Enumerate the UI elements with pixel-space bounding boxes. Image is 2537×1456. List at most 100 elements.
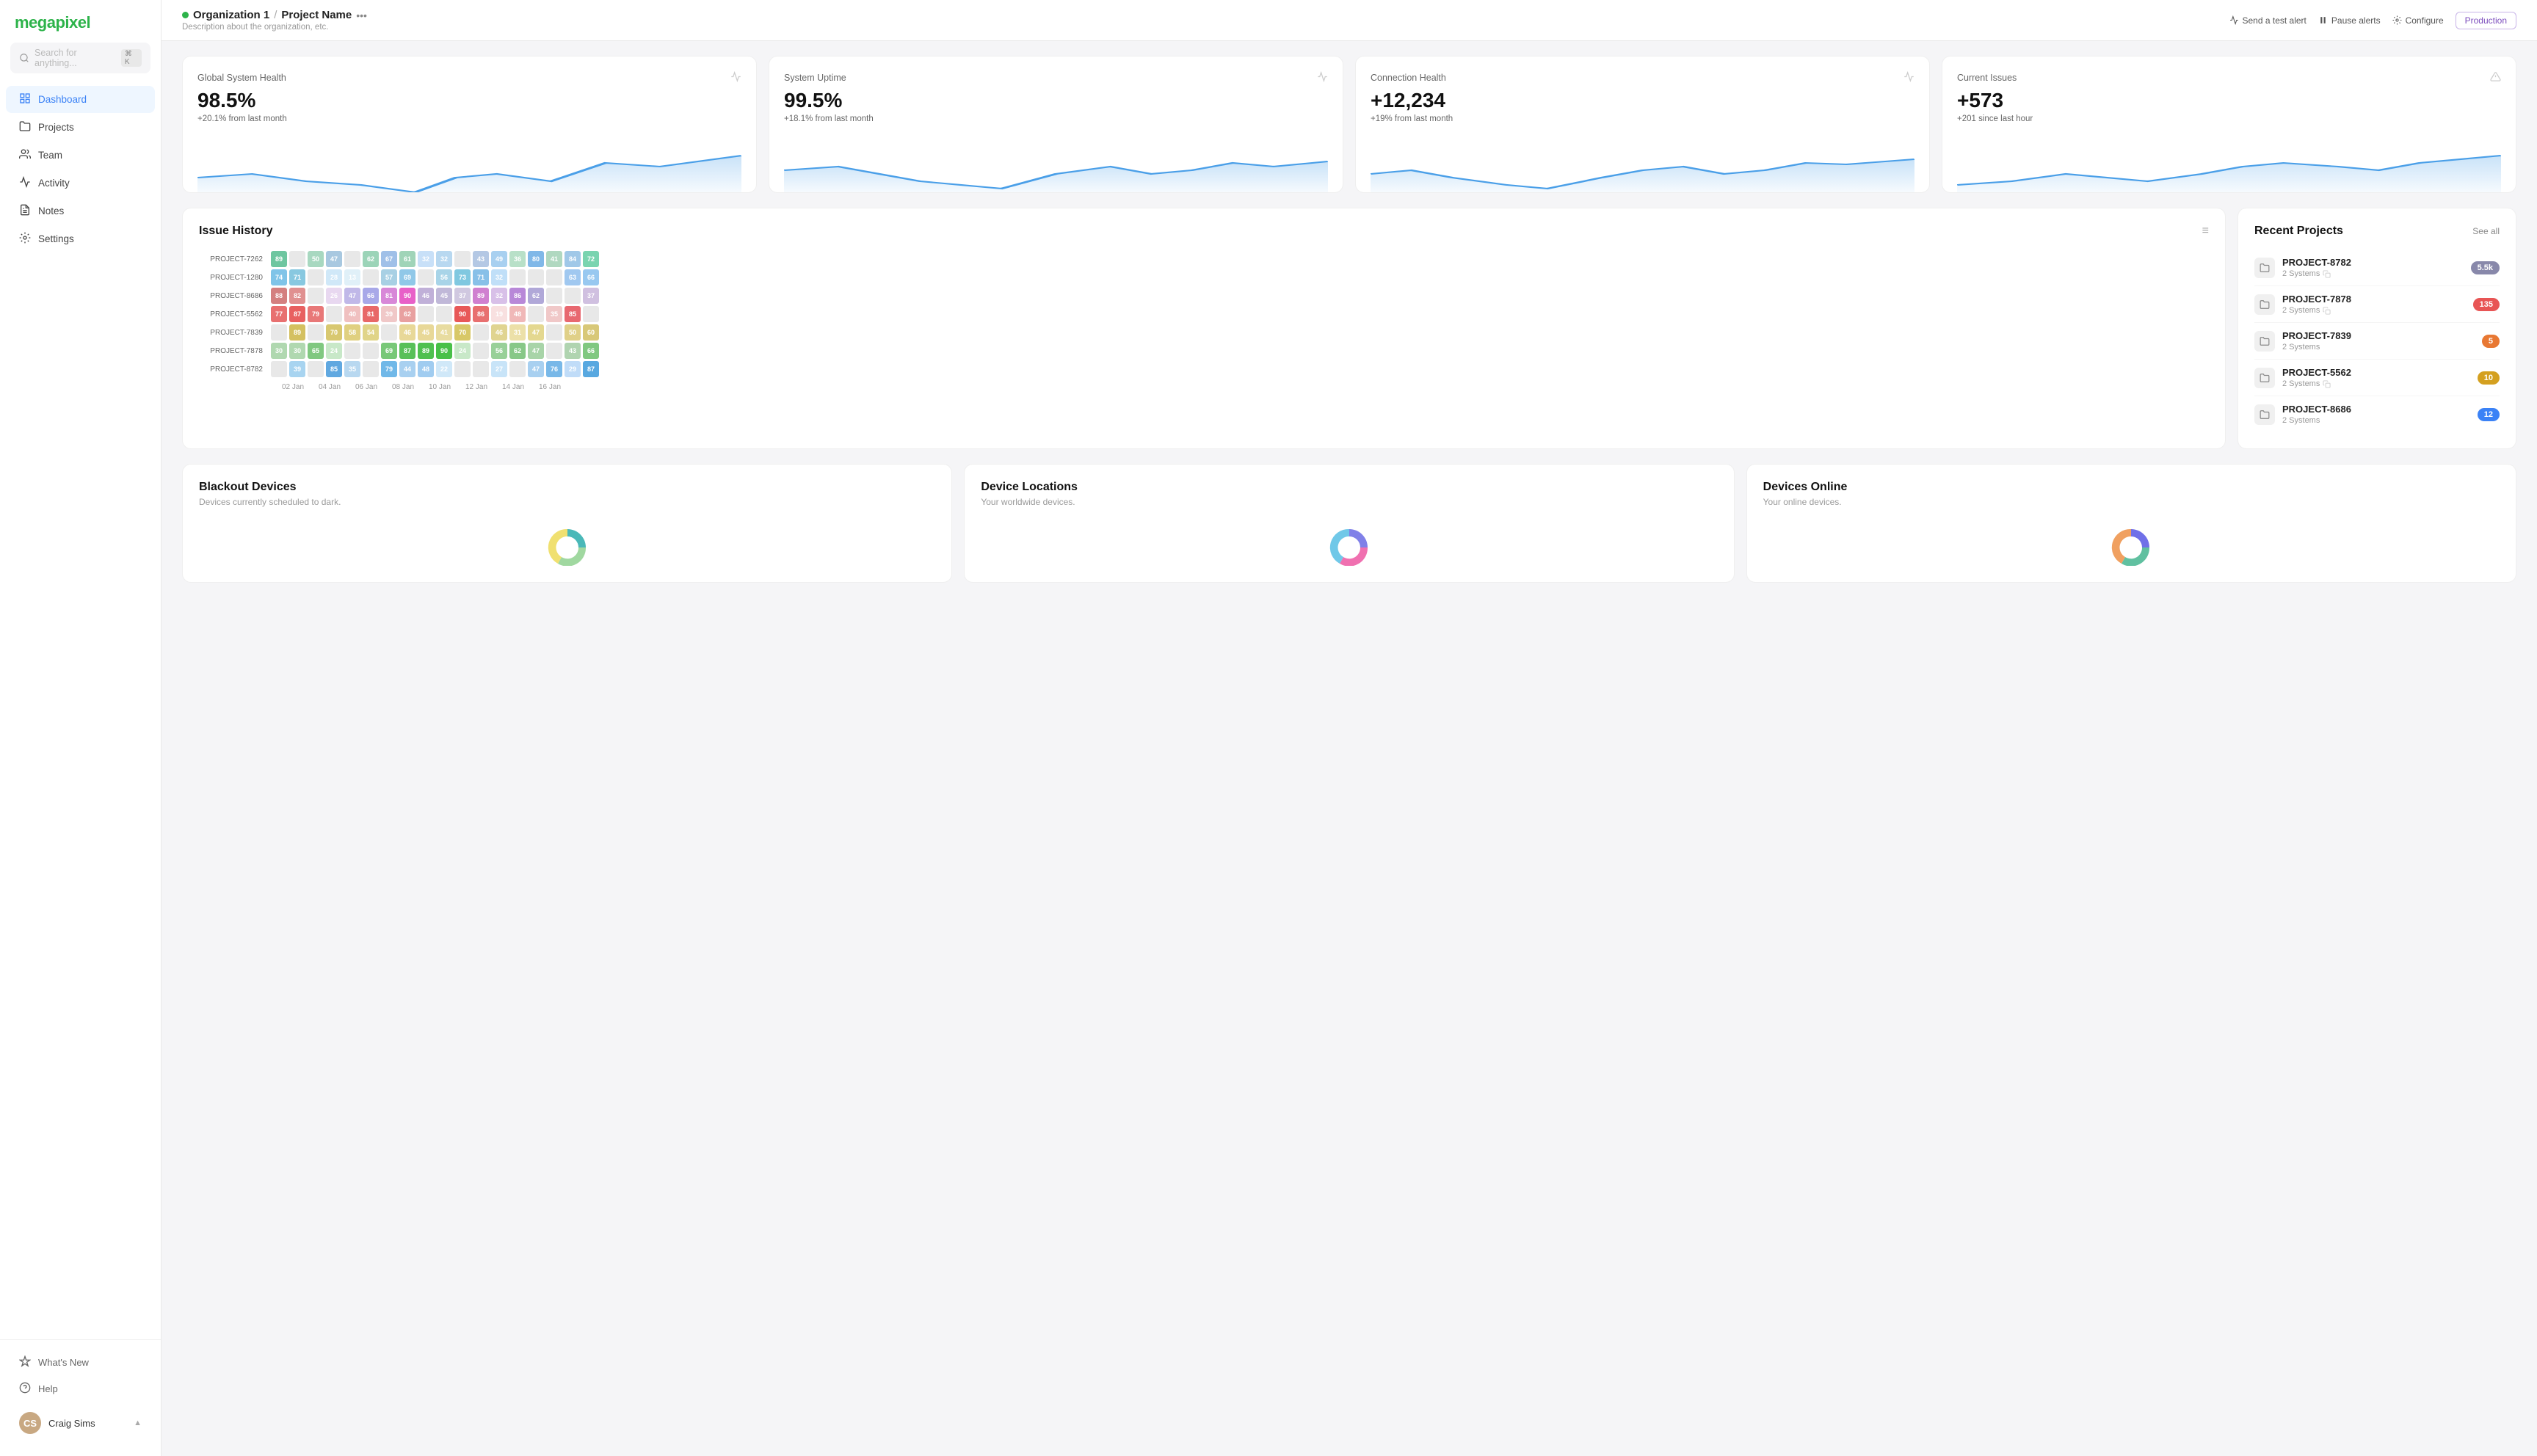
heatmap-cell[interactable]: 63 (565, 269, 581, 285)
heatmap-cell[interactable]: 46 (418, 288, 434, 304)
heatmap-cell[interactable]: 28 (326, 269, 342, 285)
heatmap-cell[interactable] (473, 343, 489, 359)
heatmap-cell[interactable]: 46 (399, 324, 415, 341)
send-test-alert-button[interactable]: Send a test alert (2229, 15, 2306, 26)
heatmap-cell[interactable]: 41 (546, 251, 562, 267)
heatmap-cell[interactable]: 45 (436, 288, 452, 304)
recent-project-item[interactable]: PROJECT-7878 2 Systems 135 (2254, 286, 2500, 323)
heatmap-cell[interactable]: 66 (583, 269, 599, 285)
heatmap-cell[interactable]: 84 (565, 251, 581, 267)
heatmap-cell[interactable]: 71 (473, 269, 489, 285)
heatmap-cell[interactable]: 89 (473, 288, 489, 304)
heatmap-cell[interactable]: 71 (289, 269, 305, 285)
heatmap-cell[interactable]: 32 (491, 288, 507, 304)
heatmap-cell[interactable]: 81 (381, 288, 397, 304)
heatmap-cell[interactable] (509, 361, 526, 377)
heatmap-cell[interactable] (289, 251, 305, 267)
heatmap-cell[interactable]: 22 (436, 361, 452, 377)
heatmap-cell[interactable]: 69 (399, 269, 415, 285)
sidebar-item-whats-new[interactable]: What's New (6, 1350, 155, 1375)
heatmap-cell[interactable]: 62 (363, 251, 379, 267)
heatmap-cell[interactable]: 47 (344, 288, 360, 304)
sidebar-item-dashboard[interactable]: Dashboard (6, 86, 155, 113)
heatmap-cell[interactable] (308, 324, 324, 341)
heatmap-cell[interactable] (583, 306, 599, 322)
sidebar-item-projects[interactable]: Projects (6, 114, 155, 141)
heatmap-cell[interactable]: 69 (381, 343, 397, 359)
heatmap-cell[interactable]: 89 (418, 343, 434, 359)
heatmap-cell[interactable]: 37 (454, 288, 471, 304)
heatmap-cell[interactable]: 66 (583, 343, 599, 359)
heatmap-cell[interactable]: 54 (363, 324, 379, 341)
heatmap-cell[interactable]: 39 (289, 361, 305, 377)
heatmap-cell[interactable] (344, 251, 360, 267)
heatmap-cell[interactable]: 32 (491, 269, 507, 285)
heatmap-cell[interactable]: 73 (454, 269, 471, 285)
heatmap-cell[interactable]: 86 (473, 306, 489, 322)
heatmap-cell[interactable] (565, 288, 581, 304)
heatmap-cell[interactable]: 46 (491, 324, 507, 341)
heatmap-cell[interactable]: 48 (418, 361, 434, 377)
recent-project-item[interactable]: PROJECT-5562 2 Systems 10 (2254, 360, 2500, 396)
heatmap-cell[interactable] (436, 306, 452, 322)
sidebar-item-help[interactable]: Help (6, 1376, 155, 1402)
heatmap-cell[interactable]: 70 (326, 324, 342, 341)
heatmap-cell[interactable]: 47 (528, 324, 544, 341)
heatmap-cell[interactable]: 50 (308, 251, 324, 267)
heatmap-cell[interactable] (308, 288, 324, 304)
heatmap-cell[interactable]: 48 (509, 306, 526, 322)
heatmap-cell[interactable]: 35 (344, 361, 360, 377)
heatmap-cell[interactable] (308, 361, 324, 377)
heatmap-cell[interactable]: 56 (491, 343, 507, 359)
heatmap-cell[interactable]: 67 (381, 251, 397, 267)
heatmap-cell[interactable] (473, 324, 489, 341)
heatmap-cell[interactable]: 89 (271, 251, 287, 267)
heatmap-cell[interactable]: 79 (308, 306, 324, 322)
heatmap-cell[interactable]: 31 (509, 324, 526, 341)
heatmap-cell[interactable]: 47 (326, 251, 342, 267)
heatmap-cell[interactable]: 30 (271, 343, 287, 359)
heatmap-cell[interactable] (363, 361, 379, 377)
heatmap-cell[interactable]: 65 (308, 343, 324, 359)
configure-button[interactable]: Configure (2392, 15, 2444, 26)
heatmap-cell[interactable]: 13 (344, 269, 360, 285)
heatmap-cell[interactable]: 85 (326, 361, 342, 377)
heatmap-cell[interactable]: 88 (271, 288, 287, 304)
heatmap-cell[interactable]: 72 (583, 251, 599, 267)
more-options-icon[interactable]: ••• (356, 10, 367, 21)
sidebar-item-notes[interactable]: Notes (6, 197, 155, 225)
heatmap-cell[interactable]: 90 (436, 343, 452, 359)
heatmap-cell[interactable]: 39 (381, 306, 397, 322)
heatmap-cell[interactable] (454, 251, 471, 267)
heatmap-cell[interactable]: 30 (289, 343, 305, 359)
environment-badge[interactable]: Production (2456, 12, 2516, 29)
heatmap-cell[interactable]: 37 (583, 288, 599, 304)
heatmap-cell[interactable] (546, 324, 562, 341)
heatmap-cell[interactable]: 82 (289, 288, 305, 304)
heatmap-cell[interactable]: 66 (363, 288, 379, 304)
sidebar-item-activity[interactable]: Activity (6, 170, 155, 197)
heatmap-cell[interactable] (546, 269, 562, 285)
heatmap-cell[interactable]: 43 (473, 251, 489, 267)
heatmap-cell[interactable]: 87 (583, 361, 599, 377)
heatmap-cell[interactable] (509, 269, 526, 285)
heatmap-cell[interactable]: 40 (344, 306, 360, 322)
heatmap-cell[interactable]: 45 (418, 324, 434, 341)
heatmap-cell[interactable]: 61 (399, 251, 415, 267)
heatmap-cell[interactable] (454, 361, 471, 377)
heatmap-cell[interactable]: 32 (418, 251, 434, 267)
see-all-button[interactable]: See all (2472, 226, 2500, 236)
heatmap-cell[interactable]: 41 (436, 324, 452, 341)
heatmap-cell[interactable]: 56 (436, 269, 452, 285)
heatmap-cell[interactable]: 79 (381, 361, 397, 377)
sidebar-item-settings[interactable]: Settings (6, 225, 155, 252)
heatmap-cell[interactable] (381, 324, 397, 341)
heatmap-cell[interactable]: 43 (565, 343, 581, 359)
heatmap-cell[interactable] (308, 269, 324, 285)
heatmap-cell[interactable] (363, 269, 379, 285)
heatmap-cell[interactable] (363, 343, 379, 359)
heatmap-cell[interactable]: 44 (399, 361, 415, 377)
heatmap-cell[interactable]: 32 (436, 251, 452, 267)
recent-project-item[interactable]: PROJECT-7839 2 Systems 5 (2254, 323, 2500, 360)
heatmap-cell[interactable]: 49 (491, 251, 507, 267)
